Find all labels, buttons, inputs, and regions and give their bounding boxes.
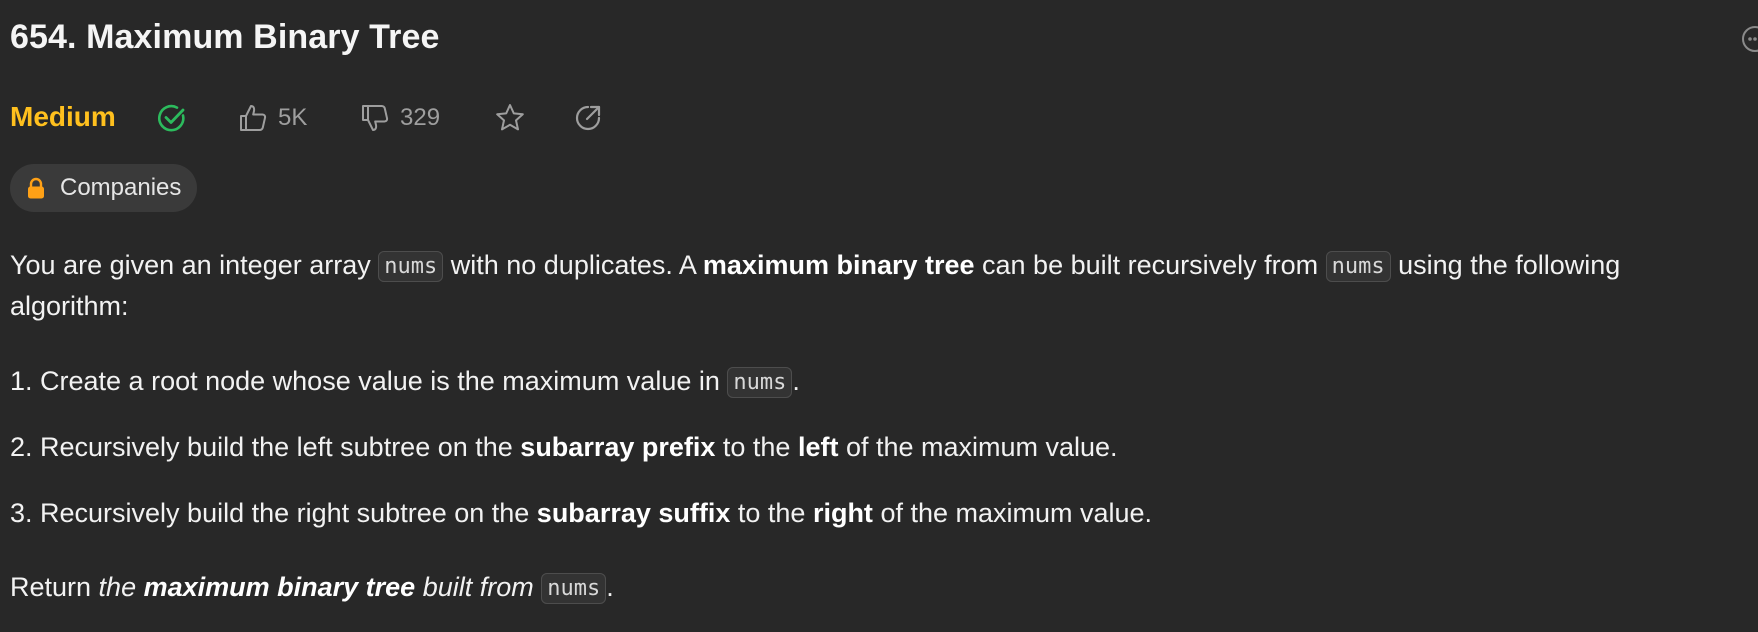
text: 3. Recursively build the right subtree o… [10,498,537,528]
solved-status [156,96,188,140]
text: 1. Create a root node whose value is the… [10,366,728,396]
dislike-button[interactable]: 329 [360,96,440,140]
code-nums: nums [1325,251,1391,282]
code-nums: nums [378,251,444,282]
difficulty-badge: Medium [10,101,116,132]
text: to the [715,432,798,462]
text: of the maximum value. [872,498,1153,528]
check-circle-icon [158,104,185,132]
algorithm-step-1: 1. Create a root node whose value is the… [10,361,1750,404]
description-paragraph: You are given an integer array nums with… [10,245,1750,288]
bold-text: right [812,498,873,528]
share-icon [575,105,601,131]
like-button[interactable]: 5K [238,96,307,140]
description-paragraph-line2: algorithm: [10,291,129,321]
text: Return [10,572,99,602]
companies-label: Companies [60,174,182,201]
star-icon [496,104,524,131]
thumbs-down-icon [362,105,389,131]
share-button[interactable] [572,96,604,140]
text: with no duplicates. A [443,250,703,280]
bold-text: maximum binary tree [702,250,975,280]
more-icon[interactable] [1740,24,1758,54]
like-count: 5K [278,104,308,131]
text: . [606,572,614,602]
text: of the maximum value. [838,432,1118,462]
bold-text: left [797,432,839,462]
lock-icon [26,177,46,199]
return-statement: Return the maximum binary tree built fro… [10,567,1750,610]
code-nums: nums [727,367,793,398]
thumbs-up-icon [240,105,267,131]
text: can be built recursively from [974,250,1326,280]
problem-title: 654. Maximum Binary Tree [10,18,440,56]
text: using the following [1390,250,1621,280]
text: the [98,572,144,602]
italic-text: the maximum binary tree built from [99,572,542,602]
text: You are given an integer array [10,250,379,280]
text: 2. Recursively build the left subtree on… [10,432,521,462]
favorite-button[interactable] [494,96,526,140]
bold-text: subarray suffix [536,498,731,528]
problem-meta-row: Medium 5K 329 [10,96,710,140]
algorithm-step-2: 2. Recursively build the left subtree on… [10,427,1750,468]
companies-button[interactable]: Companies [10,164,198,212]
text: built from [415,572,542,602]
dislike-count: 329 [400,104,441,131]
algorithm-step-3: 3. Recursively build the right subtree o… [10,493,1750,534]
text: to the [730,498,813,528]
bold-text: subarray prefix [520,432,716,462]
text: . [792,366,800,396]
code-nums: nums [541,573,607,604]
bold-italic-text: maximum binary tree [143,572,416,602]
